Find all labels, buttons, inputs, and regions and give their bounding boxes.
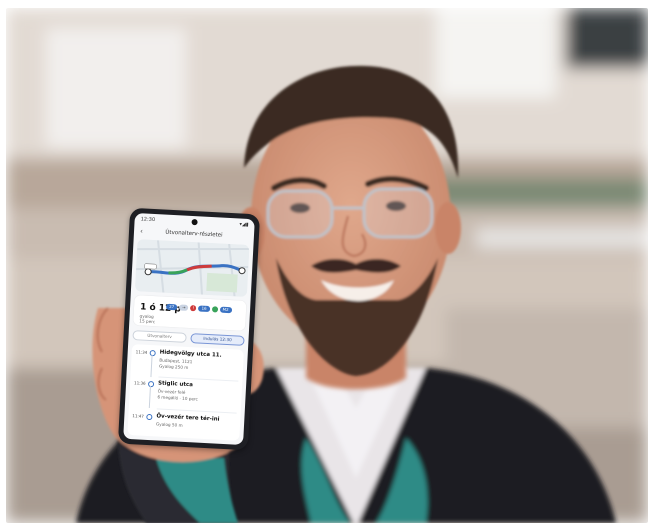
departure-time-button[interactable]: Indulás 12:30 <box>190 333 245 346</box>
alert-icon: ! <box>190 305 197 312</box>
route-line <box>148 386 151 409</box>
status-dot-icon <box>211 306 218 313</box>
route-plan-button[interactable]: Útvonalterv <box>132 330 187 343</box>
app-title: Útvonalterv-részletei <box>165 229 223 239</box>
transit-chip: 16 <box>198 305 210 313</box>
smartphone: 12:30 ▾◢▮ ‹ Útvonalterv-részletei 1 ó 12… <box>117 207 261 451</box>
destination-icon <box>146 413 153 421</box>
step-title: Stiglic utca <box>157 380 194 389</box>
transit-chip: M2 <box>219 306 232 314</box>
route-line <box>150 355 153 378</box>
route-step[interactable]: 11:36 Stiglic utca Öv-vezér felé 6 megál… <box>129 377 242 413</box>
route-actions: Útvonalterv Indulás 12:30 <box>132 330 245 346</box>
bus-stop-icon <box>147 380 155 388</box>
step-detail: Gyalog 50 m <box>155 421 183 428</box>
walk-duration: gyalog 15 perc <box>139 313 156 325</box>
route-summary-card[interactable]: 1 ó 12 p gyalog 15 perc 27 → ! 16 M2 <box>133 295 247 331</box>
step-detail: Budapest, 1121 Gyalog 250 m <box>158 357 193 370</box>
phone-screen: 12:30 ▾◢▮ ‹ Útvonalterv-részletei 1 ó 12… <box>123 213 255 445</box>
status-time: 12:30 <box>140 216 156 224</box>
photo: 12:30 ▾◢▮ ‹ Útvonalterv-részletei 1 ó 12… <box>0 0 654 527</box>
step-time: 11:47 <box>132 413 145 419</box>
photo-frame: 12:30 ▾◢▮ ‹ Útvonalterv-részletei 1 ó 12… <box>6 8 648 523</box>
route-map[interactable] <box>134 239 250 297</box>
step-time: 11:36 <box>133 380 146 386</box>
route-step[interactable]: 11:34 Hidegvölgy utca 11. Budapest, 1121… <box>130 346 243 382</box>
route-steps: 11:34 Hidegvölgy utca 11. Budapest, 1121… <box>127 344 244 441</box>
step-detail: Öv-vezér felé 6 megálló · 10 perc <box>157 388 199 402</box>
transit-chip: 27 <box>165 303 178 311</box>
map-graphic <box>134 239 250 297</box>
status-icons: ▾◢▮ <box>239 221 249 228</box>
background-scene <box>6 8 648 523</box>
stop-node-icon <box>149 349 156 357</box>
back-icon[interactable]: ‹ <box>140 227 143 235</box>
transit-chip: → <box>179 304 189 311</box>
route-step[interactable]: 11:47 Öv-vezér tere tér-ini Gyalog 50 m <box>127 410 240 445</box>
step-time: 11:34 <box>135 349 148 355</box>
